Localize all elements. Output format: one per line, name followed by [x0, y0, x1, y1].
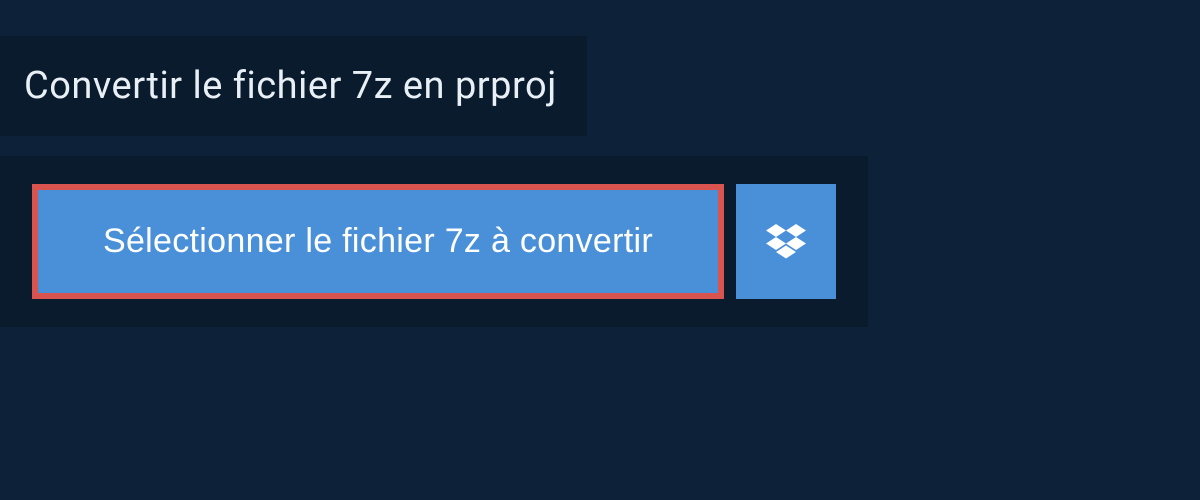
page-title: Convertir le fichier 7z en prproj [24, 64, 557, 108]
title-bar: Convertir le fichier 7z en prproj [0, 36, 587, 136]
upload-panel: Sélectionner le fichier 7z à convertir [0, 156, 868, 327]
dropbox-icon [766, 224, 806, 260]
button-row: Sélectionner le fichier 7z à convertir [32, 184, 836, 299]
dropbox-button[interactable] [736, 184, 836, 299]
main-container: Convertir le fichier 7z en prproj Sélect… [0, 0, 1200, 327]
select-file-button[interactable]: Sélectionner le fichier 7z à convertir [32, 184, 724, 299]
